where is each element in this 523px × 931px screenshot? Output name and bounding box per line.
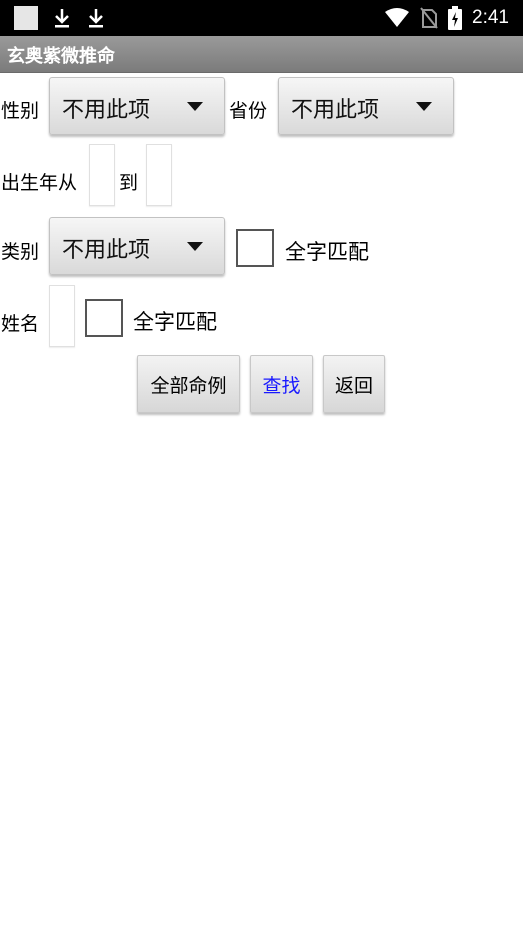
gender-label: 性别 <box>1 100 40 122</box>
search-button[interactable]: 查找 <box>250 355 313 413</box>
status-bar: 2:41 <box>0 0 523 36</box>
title-bar: 玄奥紫微推命 <box>0 36 523 73</box>
clock: 2:41 <box>472 7 509 28</box>
caret-down-icon <box>187 102 203 111</box>
all-cases-button[interactable]: 全部命例 <box>137 355 240 413</box>
province-spinner-value: 不用此项 <box>291 98 380 123</box>
download-icon <box>55 9 69 28</box>
category-spinner-value: 不用此项 <box>62 238 151 263</box>
app-title: 玄奥紫微推命 <box>7 46 115 67</box>
name-fullmatch-label: 全字匹配 <box>133 310 217 334</box>
gender-spinner[interactable]: 不用此项 <box>49 77 225 135</box>
caret-down-icon <box>187 242 203 251</box>
battery-charging-icon <box>448 6 463 30</box>
birth-year-from-input[interactable] <box>89 144 115 206</box>
caret-down-icon <box>416 102 432 111</box>
status-right-cluster: 2:41 <box>384 0 509 36</box>
no-sim-icon <box>420 7 438 29</box>
square-notification-icon <box>14 6 38 30</box>
province-label: 省份 <box>229 100 268 122</box>
name-label: 姓名 <box>1 313 40 335</box>
wifi-icon <box>385 8 410 27</box>
name-input[interactable] <box>49 285 75 347</box>
name-fullmatch-checkbox[interactable] <box>85 299 123 337</box>
category-fullmatch-checkbox[interactable] <box>236 229 274 267</box>
province-spinner[interactable]: 不用此项 <box>278 77 454 135</box>
gender-spinner-value: 不用此项 <box>62 98 151 123</box>
download-icon <box>89 9 103 28</box>
category-fullmatch-label: 全字匹配 <box>285 240 369 264</box>
category-spinner[interactable]: 不用此项 <box>49 217 225 275</box>
back-button[interactable]: 返回 <box>323 355 385 413</box>
category-label: 类别 <box>1 241 40 263</box>
birth-year-to-input[interactable] <box>146 144 172 206</box>
birth-year-to-label: 到 <box>119 172 139 194</box>
birth-year-from-label: 出生年从 <box>1 172 78 194</box>
